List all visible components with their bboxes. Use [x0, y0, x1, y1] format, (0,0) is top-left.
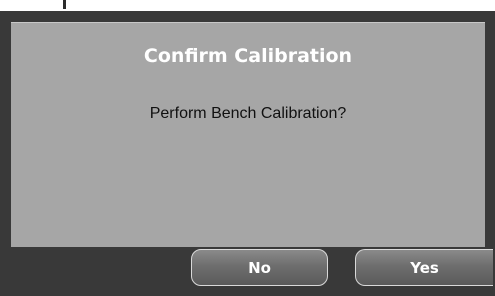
dialog-content-panel: Confirm Calibration Perform Bench Calibr… — [11, 22, 485, 247]
yes-button-label: Yes — [410, 258, 439, 277]
no-button-label: No — [248, 258, 271, 277]
no-button[interactable]: No — [191, 249, 328, 286]
dialog-message: Perform Bench Calibration? — [149, 105, 347, 122]
background-window-edge — [63, 0, 66, 9]
dialog-title: Confirm Calibration — [143, 45, 353, 67]
yes-button[interactable]: Yes — [355, 249, 493, 286]
